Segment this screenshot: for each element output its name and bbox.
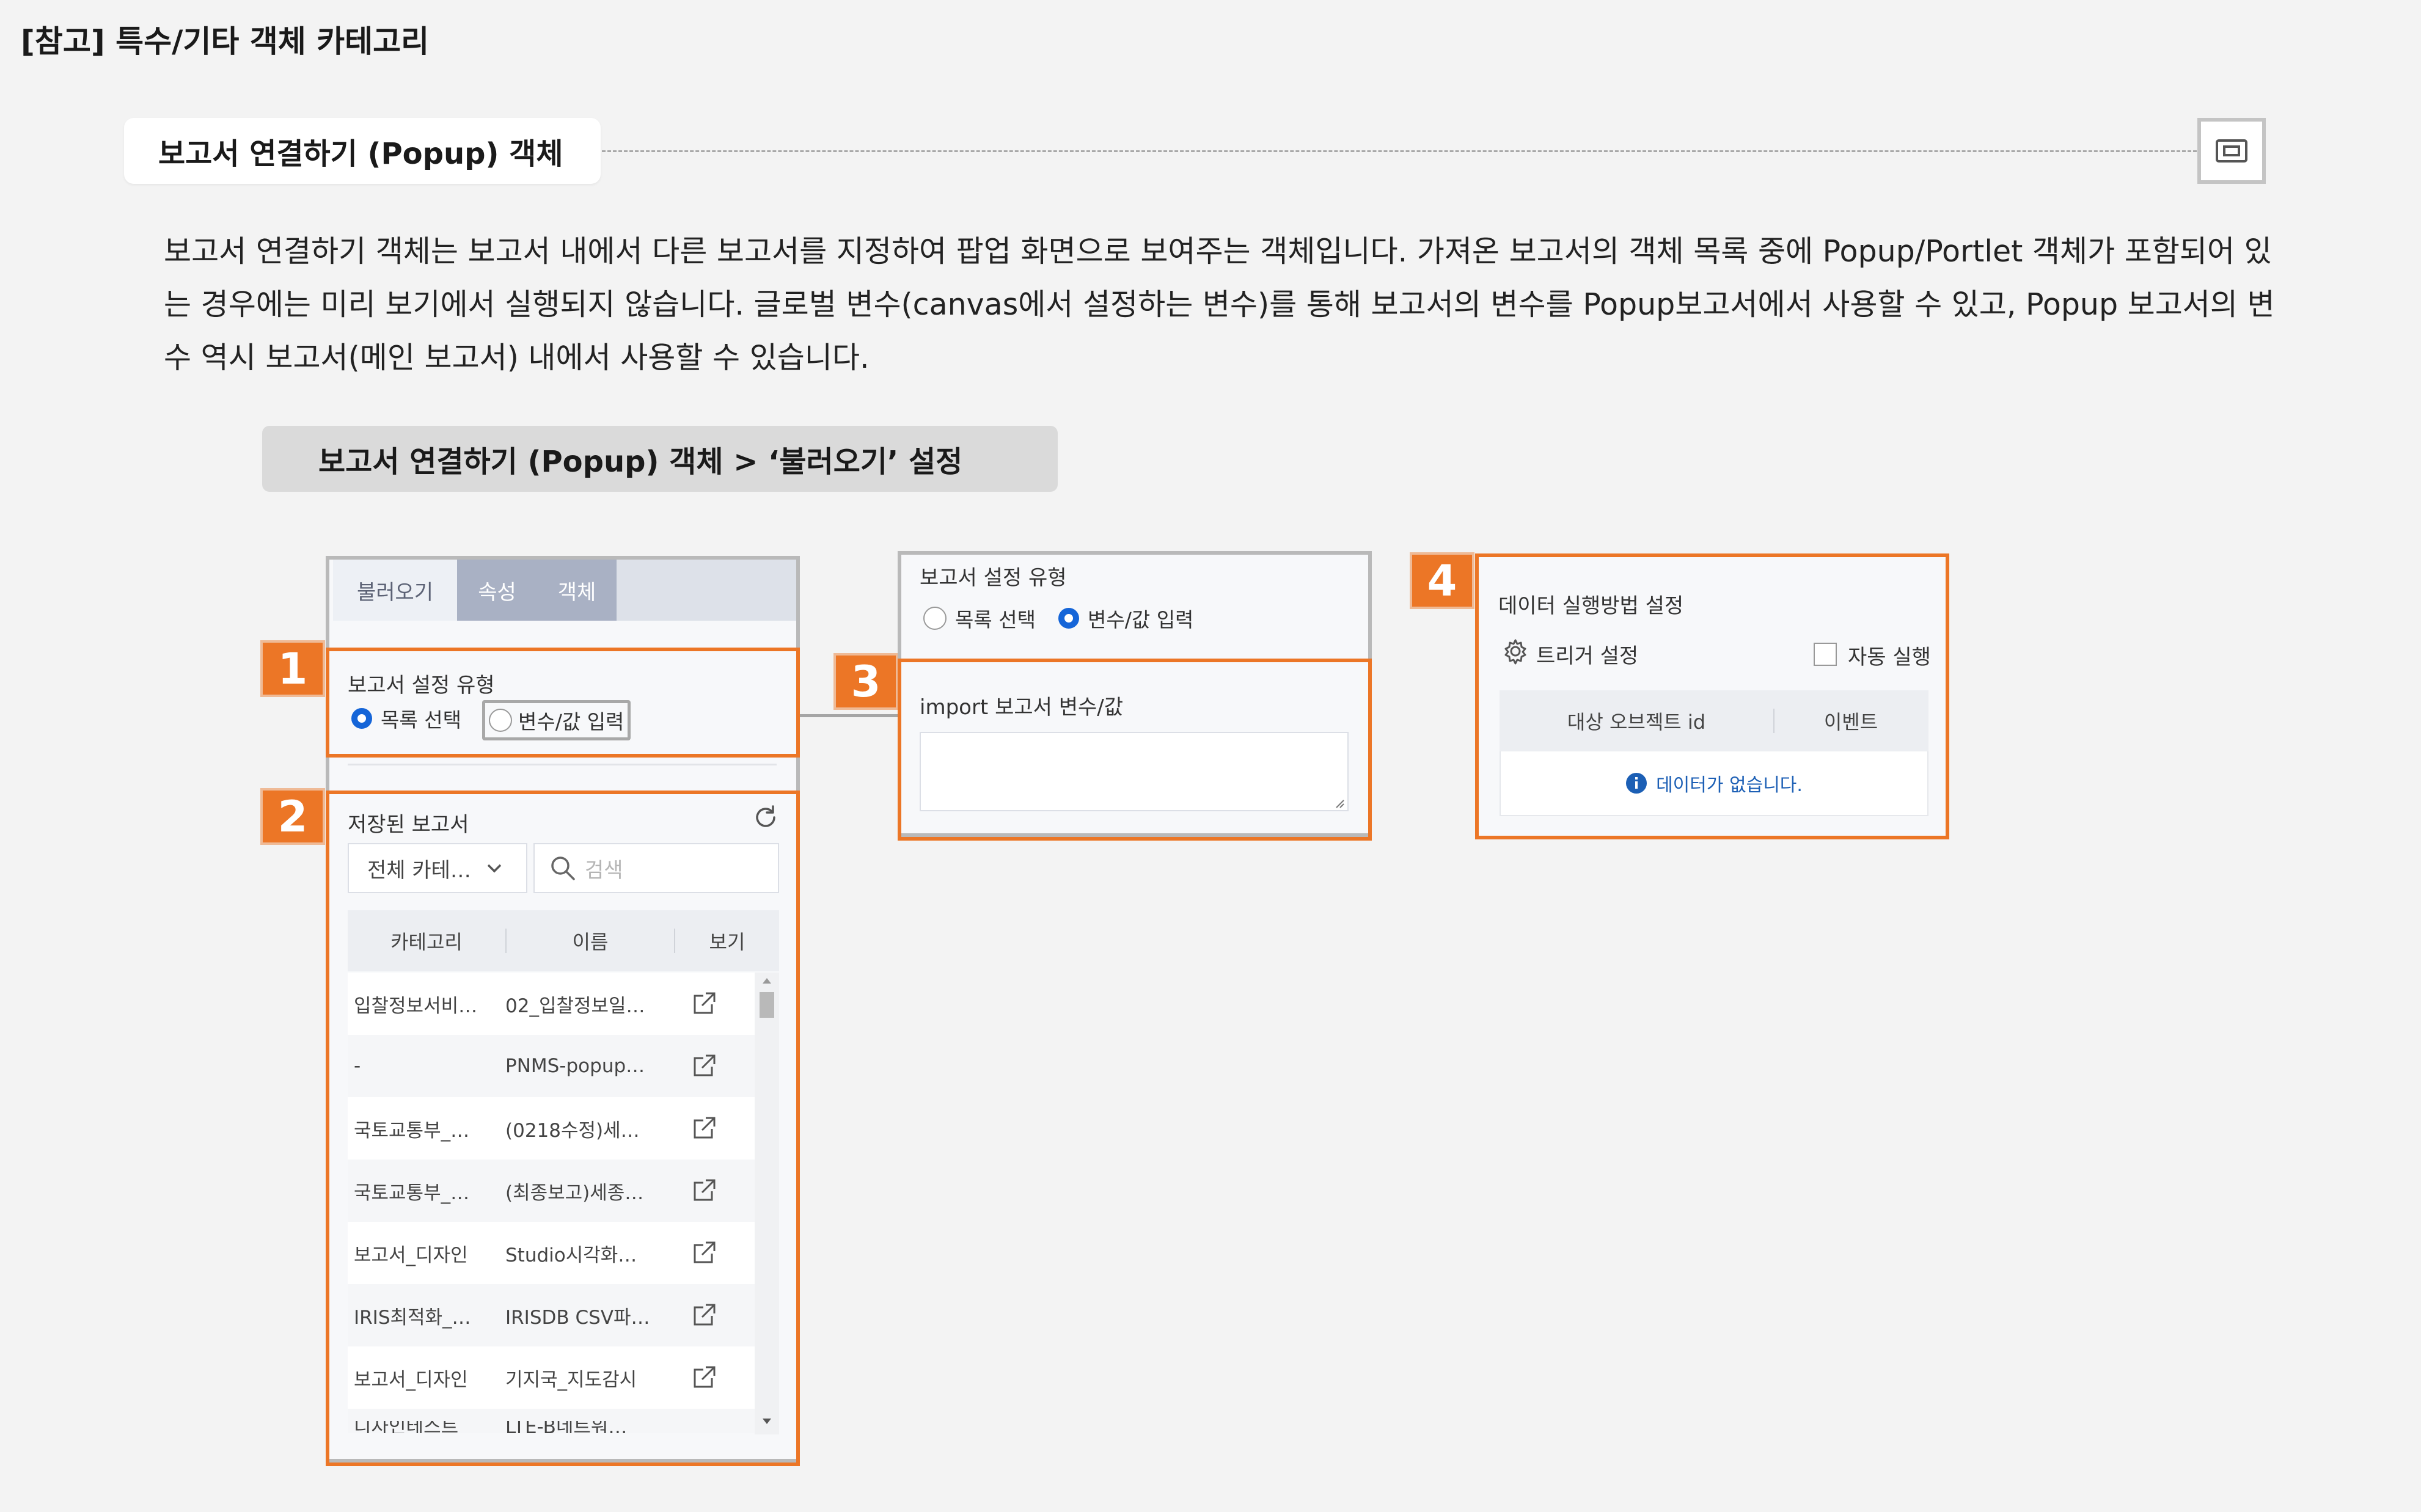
report-type-section: 보고서 설정 유형 목록 선택 변수/값 입력: [326, 648, 800, 758]
row-category: 국토교통부_…: [354, 1181, 470, 1204]
row-name: (최종보고)세종…: [505, 1181, 644, 1204]
col-category: 카테고리: [390, 930, 463, 954]
divider-dashed: [602, 150, 2197, 152]
saved-reports-section: 저장된 보고서 전체 카테… 검색 카테고리 이름 보기 입찰정보서비… 02_…: [326, 791, 800, 1466]
tab-bar: 불러오기 속성 객체: [333, 560, 617, 621]
search-placeholder: 검색: [585, 858, 623, 883]
gear-icon[interactable]: [1502, 638, 1529, 667]
refresh-icon[interactable]: [751, 803, 780, 835]
radio-checked-icon: [1058, 608, 1079, 629]
tab-properties[interactable]: 속성: [457, 560, 537, 621]
row-name: Studio시각화…: [505, 1244, 637, 1266]
popup-window-icon: [2197, 118, 2266, 184]
category-select-value: 전체 카테…: [367, 858, 471, 883]
tab-objects[interactable]: 객체: [537, 560, 617, 621]
import-variable-textarea[interactable]: [920, 732, 1349, 811]
badge-3: 3: [836, 656, 896, 707]
external-link-icon[interactable]: [676, 991, 731, 1017]
table-row[interactable]: 국토교통부_… (최종보고)세종…: [348, 1160, 755, 1222]
table-row[interactable]: 디자인테스트 LTE-B네트워…: [348, 1409, 755, 1433]
trigger-table-header: 대상 오브젝트 id 이벤트: [1500, 690, 1928, 751]
row-category: 입찰정보서비…: [354, 995, 478, 1017]
report-type-label: 보고서 설정 유형: [348, 673, 495, 698]
external-link-icon[interactable]: [676, 1116, 731, 1141]
search-icon: [551, 856, 575, 880]
col-event: 이벤트: [1823, 710, 1878, 734]
table-row[interactable]: 국토교통부_… (0218수정)세…: [348, 1097, 755, 1160]
external-link-icon[interactable]: [676, 1178, 731, 1203]
import-variable-section: import 보고서 변수/값: [898, 659, 1372, 841]
external-link-icon[interactable]: [676, 1240, 731, 1266]
empty-state: 데이터가 없습니다.: [1500, 751, 1928, 816]
search-input[interactable]: 검색: [533, 843, 779, 893]
info-icon: [1626, 773, 1647, 794]
variable-input-panel: 보고서 설정 유형 목록 선택 변수/값 입력 import 보고서 변수/값: [898, 551, 1372, 841]
table-header: 카테고리 이름 보기: [348, 910, 779, 971]
row-category: 보고서_디자인: [354, 1244, 468, 1266]
empty-message: 데이터가 없습니다.: [1656, 775, 1803, 796]
saved-reports-label: 저장된 보고서: [348, 813, 469, 837]
row-category: 디자인테스트: [354, 1421, 459, 1433]
external-link-icon[interactable]: [676, 1053, 731, 1079]
subsection-title: 보고서 연결하기 (Popup) 객체 > ‘불러오기’ 설정: [262, 426, 1058, 492]
auto-run-checkbox[interactable]: [1814, 643, 1837, 666]
section-title: 보고서 연결하기 (Popup) 객체: [124, 118, 601, 184]
table-row[interactable]: 보고서_디자인 Studio시각화…: [348, 1222, 755, 1284]
tab-load[interactable]: 불러오기: [333, 560, 457, 621]
radio-variable-input-2[interactable]: 변수/값 입력: [1058, 604, 1193, 633]
execution-title: 데이터 실행방법 설정: [1498, 594, 1684, 618]
scrollbar[interactable]: [755, 973, 779, 1434]
col-target-object-id: 대상 오브젝트 id: [1567, 710, 1706, 734]
row-name: (0218수정)세…: [505, 1119, 640, 1142]
row-name: PNMS-popup…: [505, 1055, 645, 1077]
chevron-down-icon: [487, 864, 502, 873]
popup-settings-panel: 불러오기 속성 객체 보고서 설정 유형 목록 선택 변수/값 입력 저장된 보…: [326, 556, 800, 1466]
table-row[interactable]: 입찰정보서비… 02_입찰정보일…: [348, 973, 755, 1035]
auto-run-label: 자동 실행: [1848, 645, 1931, 670]
section-divider: [348, 764, 777, 765]
radio-list-select-2[interactable]: 목록 선택: [923, 604, 1036, 633]
scroll-up-icon[interactable]: [761, 976, 773, 985]
table-row[interactable]: IRIS최적화_… IRISDB CSV파…: [348, 1284, 755, 1346]
page-title: [참고] 특수/기타 객체 카테고리: [21, 24, 430, 59]
radio-variable-input-label-2: 변수/값 입력: [1088, 608, 1194, 632]
radio-list-select-label-2: 목록 선택: [955, 608, 1036, 632]
row-category: -: [354, 1055, 361, 1077]
radio-list-select[interactable]: 목록 선택: [351, 704, 461, 733]
radio-unchecked-icon: [923, 607, 947, 630]
col-view: 보기: [709, 930, 745, 954]
table-row[interactable]: - PNMS-popup…: [348, 1035, 755, 1097]
row-name: IRISDB CSV파…: [505, 1306, 650, 1329]
import-variable-label: import 보고서 변수/값: [920, 695, 1124, 720]
row-name: LTE-B네트워…: [505, 1421, 628, 1433]
radio-variable-input[interactable]: 변수/값 입력: [482, 700, 631, 740]
resize-handle-icon[interactable]: [1334, 798, 1345, 809]
external-link-icon[interactable]: [676, 1421, 731, 1433]
badge-4: 4: [1412, 555, 1472, 607]
badge-2: 2: [263, 791, 323, 842]
badge-1: 1: [263, 643, 323, 695]
row-category: 보고서_디자인: [354, 1368, 468, 1391]
data-execution-panel: 데이터 실행방법 설정 트리거 설정 자동 실행 대상 오브젝트 id 이벤트 …: [1475, 553, 1949, 839]
col-name: 이름: [572, 930, 609, 954]
tab-bar-filler: [617, 560, 796, 621]
radio-variable-input-label: 변수/값 입력: [518, 710, 624, 734]
report-type-label-2: 보고서 설정 유형: [920, 566, 1067, 590]
external-link-icon[interactable]: [676, 1365, 731, 1390]
row-category: IRIS최적화_…: [354, 1306, 471, 1329]
trigger-settings-label[interactable]: 트리거 설정: [1536, 639, 1638, 669]
external-link-icon[interactable]: [676, 1302, 731, 1328]
row-name: 기지국_지도감시: [505, 1368, 637, 1391]
radio-list-select-label: 목록 선택: [381, 708, 461, 732]
scroll-down-icon[interactable]: [761, 1417, 773, 1426]
table-row[interactable]: 보고서_디자인 기지국_지도감시: [348, 1346, 755, 1409]
scrollbar-thumb[interactable]: [760, 992, 774, 1018]
description: 보고서 연결하기 객체는 보고서 내에서 다른 보고서를 지정하여 팝업 화면으…: [164, 234, 2275, 375]
row-category: 국토교통부_…: [354, 1119, 470, 1142]
radio-unchecked-icon: [489, 709, 512, 732]
row-name: 02_입찰정보일…: [505, 995, 645, 1017]
radio-checked-icon: [351, 708, 372, 729]
category-select[interactable]: 전체 카테…: [348, 843, 527, 893]
